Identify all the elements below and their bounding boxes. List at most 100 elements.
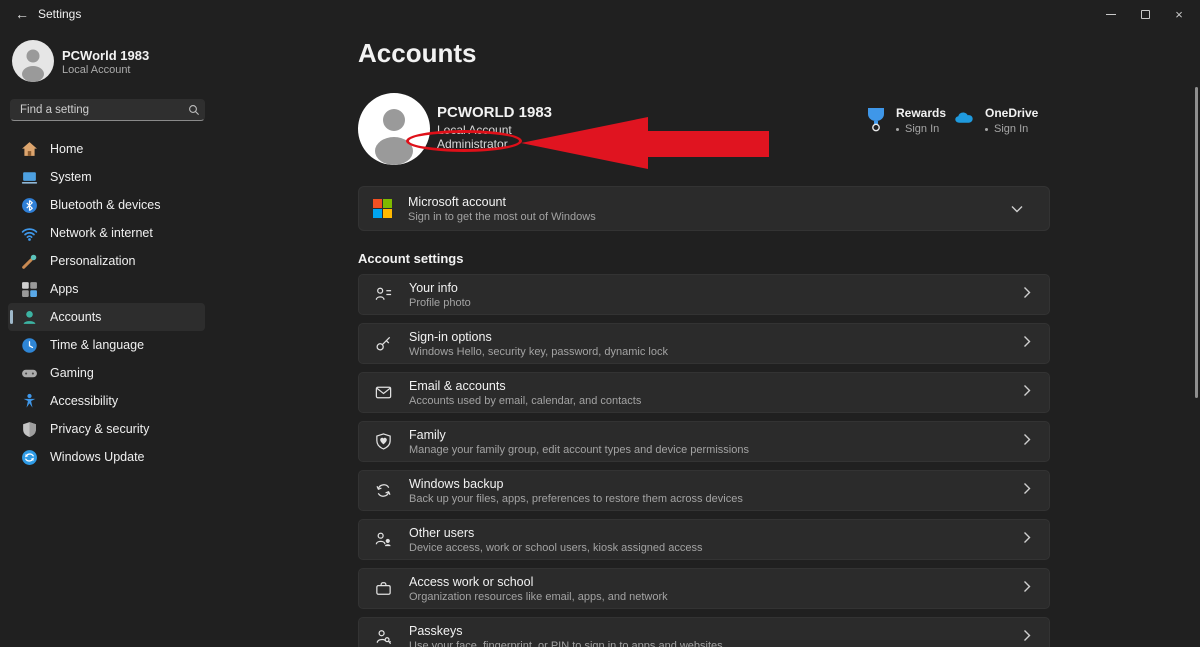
sidebar-item-apps[interactable]: Apps: [8, 275, 205, 303]
chevron-right-icon: [1023, 531, 1035, 549]
sidebar-item-privacy-security[interactable]: Privacy & security: [8, 415, 205, 443]
scrollbar-thumb[interactable]: [1195, 87, 1198, 398]
account-settings-list: Your infoProfile photo Sign-in optionsWi…: [358, 274, 1050, 647]
sidebar-nav: Home System Bluetooth & devices Network …: [8, 135, 205, 471]
account-avatar[interactable]: [358, 93, 430, 165]
sidebar-item-label: Accessibility: [50, 394, 118, 408]
maximize-button[interactable]: [1128, 0, 1162, 28]
annotation-arrow: [521, 117, 769, 169]
sidebar-item-label: Bluetooth & devices: [50, 198, 161, 212]
onedrive-label: OneDrive: [985, 106, 1038, 120]
apps-icon: [21, 281, 38, 298]
minimize-icon: [1106, 14, 1116, 15]
onedrive-block[interactable]: OneDrive Sign In: [953, 106, 1038, 135]
family-icon: [373, 432, 393, 452]
bullet-dot: [896, 128, 899, 131]
account-role: Administrator: [437, 137, 508, 151]
home-icon: [21, 141, 38, 158]
ms-card-subtitle: Sign in to get the most out of Windows: [408, 211, 596, 223]
maximize-icon: [1141, 10, 1150, 19]
back-button[interactable]: ←: [10, 4, 34, 24]
row-your-info[interactable]: Your infoProfile photo: [358, 274, 1050, 315]
person-silhouette-icon: [12, 40, 54, 82]
time-language-icon: [21, 337, 38, 354]
rewards-label: Rewards: [896, 106, 946, 120]
microsoft-account-card[interactable]: Microsoft account Sign in to get the mos…: [358, 186, 1050, 231]
onedrive-sign-in[interactable]: Sign In: [985, 123, 1038, 135]
sidebar-item-network-internet[interactable]: Network & internet: [8, 219, 205, 247]
privacy-icon: [21, 421, 38, 438]
chevron-right-icon: [1023, 580, 1035, 598]
search-input[interactable]: [11, 104, 184, 116]
network-icon: [21, 225, 38, 242]
account-type: Local Account: [437, 123, 512, 137]
section-header: Account settings: [358, 251, 463, 266]
rewards-block[interactable]: Rewards Sign In: [864, 106, 946, 135]
account-name: PCWORLD 1983: [437, 104, 552, 121]
search-box[interactable]: [10, 99, 205, 121]
row-sign-in-options[interactable]: Sign-in optionsWindows Hello, security k…: [358, 323, 1050, 364]
key-icon: [373, 334, 393, 354]
onedrive-icon: [953, 106, 977, 132]
sidebar-item-label: Privacy & security: [50, 422, 149, 436]
row-family[interactable]: FamilyManage your family group, edit acc…: [358, 421, 1050, 462]
sidebar-item-home[interactable]: Home: [8, 135, 205, 163]
system-icon: [21, 169, 38, 186]
sidebar-profile-subtitle: Local Account: [62, 64, 131, 76]
row-windows-backup[interactable]: Windows backupBack up your files, apps, …: [358, 470, 1050, 511]
sidebar-item-label: Personalization: [50, 254, 135, 268]
sidebar-item-time-language[interactable]: Time & language: [8, 331, 205, 359]
sidebar-item-windows-update[interactable]: Windows Update: [8, 443, 205, 471]
close-button[interactable]: ×: [1162, 0, 1196, 28]
sidebar-item-accessibility[interactable]: Accessibility: [8, 387, 205, 415]
window-title: Settings: [38, 7, 81, 21]
backup-icon: [373, 481, 393, 501]
sidebar-item-accounts[interactable]: Accounts: [8, 303, 205, 331]
your-info-icon: [373, 285, 393, 305]
window-controls: ×: [1094, 0, 1196, 28]
chevron-right-icon: [1023, 629, 1035, 647]
bullet-dot: [985, 128, 988, 131]
page-title: Accounts: [358, 38, 476, 69]
sidebar-item-label: Time & language: [50, 338, 144, 352]
sidebar-avatar[interactable]: [12, 40, 54, 82]
sidebar-item-label: System: [50, 170, 92, 184]
sidebar-item-label: Gaming: [50, 366, 94, 380]
chevron-right-icon: [1023, 335, 1035, 353]
briefcase-icon: [373, 579, 393, 599]
sidebar-item-personalization[interactable]: Personalization: [8, 247, 205, 275]
gaming-icon: [21, 365, 38, 382]
search-icon: [184, 104, 204, 116]
row-email-accounts[interactable]: Email & accountsAccounts used by email, …: [358, 372, 1050, 413]
ms-card-title: Microsoft account: [408, 195, 596, 209]
microsoft-logo-icon: [373, 199, 392, 218]
person-silhouette-icon: [358, 93, 430, 165]
passkey-icon: [373, 628, 393, 647]
sidebar-item-bluetooth-devices[interactable]: Bluetooth & devices: [8, 191, 205, 219]
rewards-icon: [864, 106, 888, 132]
email-icon: [373, 383, 393, 403]
chevron-right-icon: [1023, 286, 1035, 304]
accounts-icon: [21, 309, 38, 326]
chevron-right-icon: [1023, 433, 1035, 451]
sidebar-item-gaming[interactable]: Gaming: [8, 359, 205, 387]
sidebar-item-system[interactable]: System: [8, 163, 205, 191]
sidebar-item-label: Network & internet: [50, 226, 153, 240]
titlebar: ← Settings ×: [0, 0, 1200, 28]
row-access-work-school[interactable]: Access work or schoolOrganization resour…: [358, 568, 1050, 609]
rewards-sign-in[interactable]: Sign In: [896, 123, 946, 135]
row-other-users[interactable]: Other usersDevice access, work or school…: [358, 519, 1050, 560]
selected-accent-pill: [10, 310, 13, 324]
sidebar-item-label: Home: [50, 142, 83, 156]
chevron-right-icon: [1023, 384, 1035, 402]
bluetooth-icon: [21, 197, 38, 214]
sidebar-item-label: Apps: [50, 282, 79, 296]
chevron-down-icon[interactable]: [1011, 200, 1035, 218]
sidebar-profile-name[interactable]: PCWorld 1983: [62, 48, 149, 63]
accessibility-icon: [21, 393, 38, 410]
minimize-button[interactable]: [1094, 0, 1128, 28]
sidebar-item-label: Accounts: [50, 310, 101, 324]
row-passkeys[interactable]: PasskeysUse your face, fingerprint, or P…: [358, 617, 1050, 647]
chevron-right-icon: [1023, 482, 1035, 500]
other-users-icon: [373, 530, 393, 550]
